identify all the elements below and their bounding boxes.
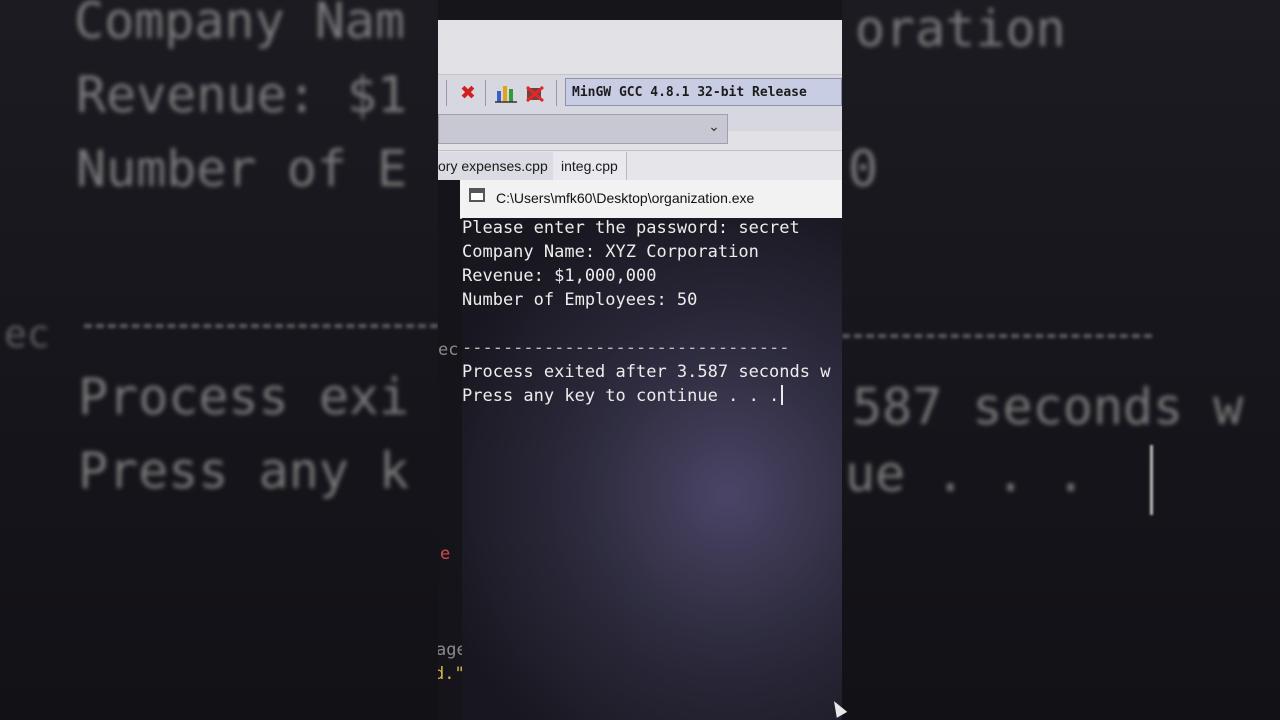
editor-fragment: d.": [438, 664, 465, 684]
bg-press-line: Press any k: [78, 442, 410, 500]
toolbar-separator: [446, 80, 447, 106]
screen-photo-strip: ✖ MinGW GCC 4.8.1 32-bit Release ⌄ ory e…: [438, 0, 842, 720]
tab-integ[interactable]: integ.cpp: [553, 152, 627, 180]
console-title: C:\Users\mfk60\Desktop\organization.exe: [496, 190, 755, 206]
toolbar-separator: [556, 80, 557, 106]
chevron-down-icon[interactable]: ⌄: [705, 119, 723, 139]
text-cursor: [781, 385, 784, 405]
bg-press-tail: ue . . .: [845, 445, 1086, 503]
editor-fragment: e: [440, 544, 451, 564]
compiler-select[interactable]: MinGW GCC 4.8.1 32-bit Release: [565, 78, 842, 106]
bg-revenue-line: Revenue: $1: [76, 66, 408, 124]
file-tabs: ory expenses.cpp integ.cpp: [438, 150, 842, 181]
console-separator: --------------------------------: [462, 338, 790, 358]
press-key-text: Press any key to continue . . .: [462, 386, 780, 406]
console-output[interactable]: Please enter the password: secret Compan…: [462, 218, 842, 720]
class-dropdown[interactable]: ⌄: [438, 114, 728, 144]
console-window-icon: [469, 188, 485, 202]
editor-fragment: ec: [438, 340, 459, 360]
console-line-prompt: Press any key to continue . . .: [462, 385, 784, 406]
bg-company-tail: oration: [855, 0, 1066, 58]
console-line: Revenue: $1,000,000: [462, 266, 657, 286]
editor-sliver: ec e age d.": [438, 180, 467, 720]
bg-employees-tail: 0: [848, 140, 879, 198]
bg-company-line: Company Nam: [74, 0, 406, 50]
bg-process-tail: 587 seconds w: [852, 378, 1244, 436]
bug-delete-icon[interactable]: [522, 80, 548, 106]
console-line: Company Name: XYZ Corporation: [462, 242, 759, 262]
bg-text-cursor: [1150, 445, 1153, 515]
bg-separator-left: [84, 324, 438, 332]
bg-separator-right: [842, 334, 1152, 342]
bg-employees-line: Number of E: [76, 140, 408, 198]
bg-sep-prefix: ec: [4, 312, 50, 356]
bg-process-line: Process exi: [78, 368, 410, 426]
ide-toolbar: ✖ MinGW GCC 4.8.1 32-bit Release ⌄ ory e…: [438, 20, 842, 181]
tab-expenses[interactable]: ory expenses.cpp: [438, 152, 557, 180]
chart-icon[interactable]: [493, 80, 519, 106]
console-title-bar[interactable]: C:\Users\mfk60\Desktop\organization.exe: [460, 180, 842, 219]
console-line: Process exited after 3.587 seconds w: [462, 362, 831, 382]
top-edge: [438, 0, 842, 20]
console-line: Number of Employees: 50: [462, 290, 698, 310]
console-line: Please enter the password: secret: [462, 218, 800, 238]
close-red-x-icon[interactable]: ✖: [455, 80, 481, 106]
toolbar-separator: [485, 80, 486, 106]
